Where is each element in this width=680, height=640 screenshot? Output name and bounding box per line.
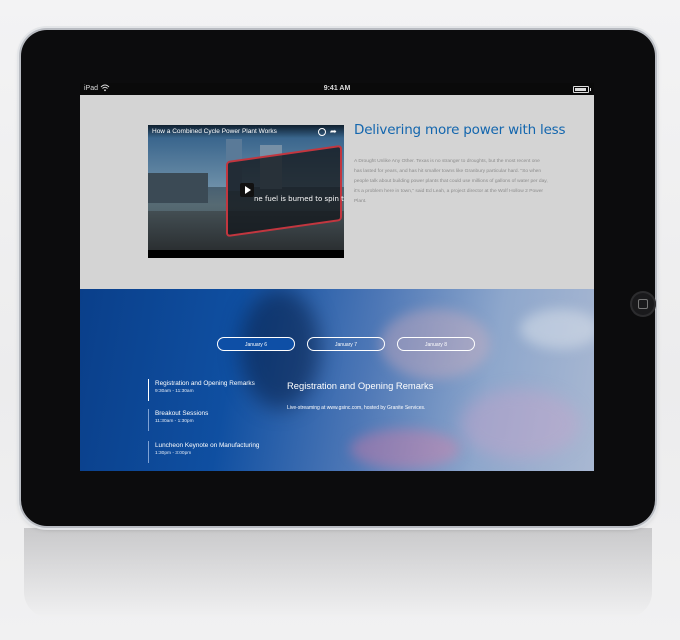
home-square-icon (638, 299, 648, 309)
article-body: A Drought Unlike Any Other. Texas is no … (354, 159, 548, 204)
home-button[interactable] (630, 291, 656, 317)
session-detail-description: Live-streaming at www.gsinc.com, hosted … (287, 405, 426, 411)
background-photo (350, 429, 460, 469)
clock-icon[interactable] (318, 128, 326, 136)
session-item-luncheon[interactable]: Luncheon Keynote on Manufacturing 1:30pm… (148, 441, 265, 463)
session-detail-title: Registration and Opening Remarks (287, 380, 434, 391)
events-section: January 6 January 7 January 8 Registrati… (80, 289, 594, 471)
share-icon[interactable]: ➦ (330, 127, 337, 136)
article-title: Delivering more power with less (354, 122, 566, 138)
session-time: 1:30pm - 3:00pm (155, 451, 192, 456)
tab-january-6[interactable]: January 6 (217, 337, 295, 351)
video-caption: ne fuel is burned to spin the (254, 195, 344, 203)
session-time: 9:30am - 11:30am (155, 389, 194, 394)
battery-icon (573, 86, 591, 93)
device-reflection (24, 528, 652, 618)
session-item-registration[interactable]: Registration and Opening Remarks 9:30am … (148, 379, 265, 401)
video-player[interactable]: ne fuel is burned to spin the How a Comb… (148, 125, 344, 258)
tab-january-7[interactable]: January 7 (307, 337, 385, 351)
video-building (148, 173, 208, 203)
session-title: Breakout Sessions (155, 410, 209, 417)
ipad-screen: iPad 9:41 AM ne fuel is burned to spin t… (80, 83, 594, 471)
status-time: 9:41 AM (323, 85, 351, 92)
session-title: Registration and Opening Remarks (155, 380, 255, 387)
video-title[interactable]: How a Combined Cycle Power Plant Works (152, 128, 277, 135)
session-time: 11:30am - 1:30pm (155, 419, 194, 424)
tab-january-8[interactable]: January 8 (397, 337, 475, 351)
status-bar: iPad 9:41 AM (80, 83, 594, 95)
session-item-breakout[interactable]: Breakout Sessions 11:30am - 1:30pm (148, 409, 265, 431)
session-title: Luncheon Keynote on Manufacturing (155, 442, 260, 449)
background-photo (520, 309, 594, 349)
play-icon[interactable] (240, 183, 254, 197)
video-bottom-bar (148, 250, 344, 258)
background-photo (460, 389, 580, 459)
